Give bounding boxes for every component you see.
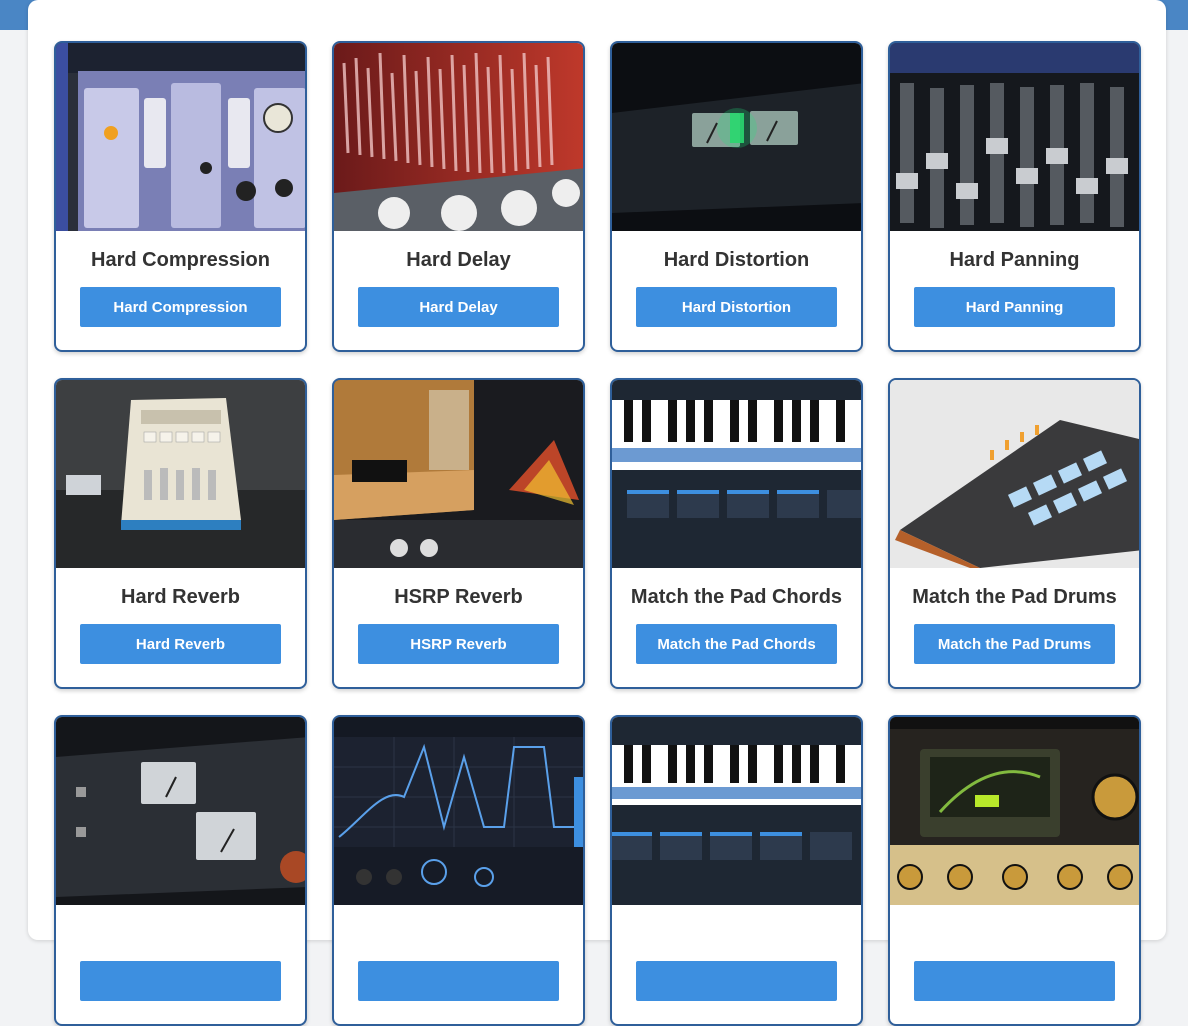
card-title: HSRP Reverb	[394, 586, 523, 608]
exercise-card[interactable]	[888, 715, 1141, 1026]
card-title	[334, 922, 583, 946]
card-thumbnail[interactable]	[612, 43, 861, 231]
card-thumbnail[interactable]	[890, 380, 1139, 568]
card-title: Hard Distortion	[663, 249, 810, 271]
card-title: Hard Delay	[406, 249, 511, 271]
card-button[interactable]	[636, 961, 837, 1001]
card-button[interactable]: Hard Distortion	[636, 287, 837, 327]
exercise-card[interactable]: Hard Compression Hard Compression	[54, 41, 307, 352]
card-title	[612, 922, 861, 946]
card-title	[890, 922, 1139, 946]
card-button[interactable]	[358, 961, 559, 1001]
card-button[interactable]: Hard Delay	[358, 287, 559, 327]
card-thumbnail[interactable]	[56, 43, 305, 231]
card-button[interactable]: Hard Panning	[914, 287, 1115, 327]
card-thumbnail[interactable]	[334, 43, 583, 231]
card-button[interactable]	[914, 961, 1115, 1001]
exercise-card[interactable]: HSRP Reverb HSRP Reverb	[332, 378, 585, 689]
card-thumbnail[interactable]	[56, 717, 305, 905]
card-thumbnail[interactable]	[612, 380, 861, 568]
card-thumbnail[interactable]	[334, 717, 583, 905]
card-button[interactable]: Hard Compression	[80, 287, 281, 327]
exercise-card[interactable]	[332, 715, 585, 1026]
exercise-card[interactable]: Hard Reverb Hard Reverb	[54, 378, 307, 689]
card-title: Hard Compression	[91, 249, 270, 271]
exercise-card[interactable]: Hard Distortion Hard Distortion	[610, 41, 863, 352]
exercise-card[interactable]: Match the Pad Chords Match the Pad Chord…	[610, 378, 863, 689]
card-title: Match the Pad Chords	[630, 586, 843, 608]
card-thumbnail[interactable]	[334, 380, 583, 568]
card-button[interactable]: Match the Pad Drums	[914, 624, 1115, 664]
exercise-card[interactable]: Hard Panning Hard Panning	[888, 41, 1141, 352]
exercise-grid: Hard Compression Hard Compression Hard D…	[54, 41, 1141, 1026]
card-title: Match the Pad Drums	[912, 586, 1117, 608]
exercise-card[interactable]: Hard Delay Hard Delay	[332, 41, 585, 352]
card-title: Hard Reverb	[121, 586, 240, 608]
card-button[interactable]: HSRP Reverb	[358, 624, 559, 664]
exercise-card[interactable]	[54, 715, 307, 1026]
card-thumbnail[interactable]	[56, 380, 305, 568]
card-title: Hard Panning	[949, 249, 1080, 271]
card-button[interactable]: Match the Pad Chords	[636, 624, 837, 664]
card-title	[56, 922, 305, 946]
exercise-card[interactable]: Match the Pad Drums Match the Pad Drums	[888, 378, 1141, 689]
card-thumbnail[interactable]	[890, 43, 1139, 231]
card-thumbnail[interactable]	[890, 717, 1139, 905]
card-button[interactable]	[80, 961, 281, 1001]
card-thumbnail[interactable]	[612, 717, 861, 905]
card-button[interactable]: Hard Reverb	[80, 624, 281, 664]
exercise-card[interactable]	[610, 715, 863, 1026]
